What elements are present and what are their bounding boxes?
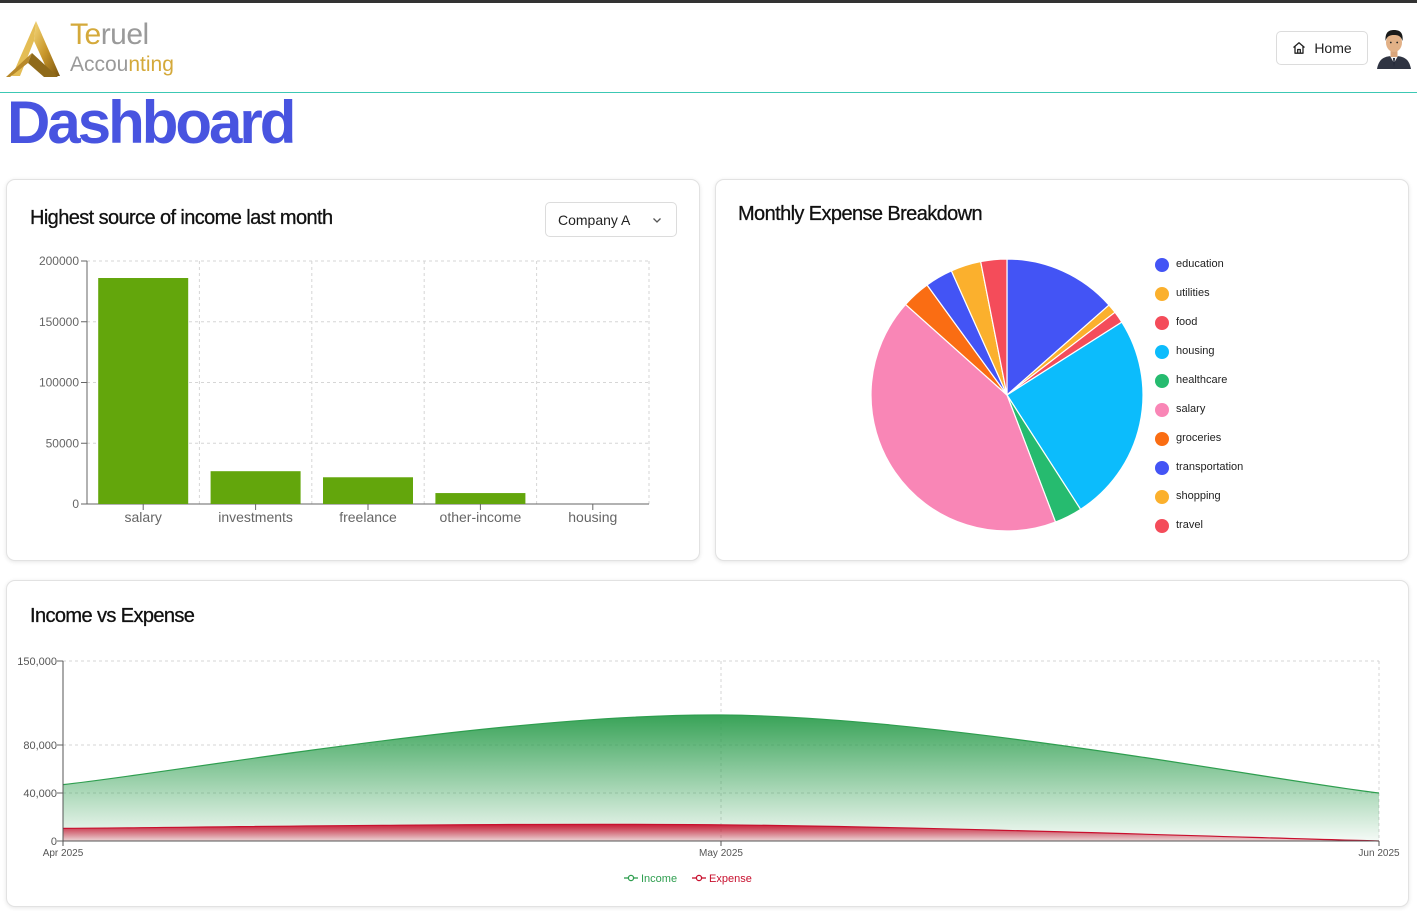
brand-line1-gold: Te xyxy=(70,18,101,51)
bar-y-tick-label: 150000 xyxy=(39,315,79,329)
bar-freelance xyxy=(323,477,413,504)
legend-marker-expense xyxy=(695,874,703,882)
legend-label-expense: Expense xyxy=(709,873,752,885)
bar-y-tick-label: 100000 xyxy=(39,376,79,390)
home-icon xyxy=(1293,42,1306,54)
legend-label: housing xyxy=(1176,345,1215,357)
legend-label: groceries xyxy=(1176,432,1222,444)
legend-marker-income xyxy=(627,874,635,882)
brand-name-line1: Teruel xyxy=(70,18,149,52)
legend-label: travel xyxy=(1176,519,1203,531)
legend-swatch xyxy=(1155,258,1169,272)
legend-swatch xyxy=(1155,519,1169,533)
bar-y-tick-label: 50000 xyxy=(46,436,80,450)
legend-swatch xyxy=(1155,316,1169,330)
brand-line2-grey: Accou xyxy=(70,53,129,76)
area-y-tick-label: 80,000 xyxy=(23,740,57,752)
brand-line1-grey: ruel xyxy=(100,18,150,51)
page-title: Dashboard xyxy=(7,89,296,156)
area-y-tick-label: 40,000 xyxy=(23,788,57,800)
bar-x-label: freelance xyxy=(339,509,397,525)
bar-salary xyxy=(98,278,189,504)
legend-swatch xyxy=(1155,345,1169,359)
income-bar-chart: 0 50000 100000 150000 200000 salary investment… xyxy=(39,254,650,525)
bar-x-label: investments xyxy=(218,509,293,525)
legend-swatch xyxy=(1155,287,1169,301)
app-header: Teruel Accounting Home xyxy=(0,3,1417,93)
expense-pie-chart xyxy=(870,258,1144,532)
bar-other-income xyxy=(435,493,526,504)
bar-y-tick-label: 200000 xyxy=(39,254,79,268)
legend-swatch xyxy=(1155,461,1169,475)
income-expense-area-chart: 0 40,000 80,000 150,000 Apr 2025 May 2025 Jun … xyxy=(17,656,1400,885)
bar-y-tick-label: 0 xyxy=(72,497,79,511)
legend-swatch xyxy=(1155,490,1169,504)
brand-name-line2: Accounting xyxy=(70,53,174,77)
legend-label: salary xyxy=(1176,403,1206,415)
bar-x-label: housing xyxy=(568,509,617,525)
home-button[interactable]: Home xyxy=(1276,31,1368,65)
legend-swatch xyxy=(1155,374,1169,388)
expense-breakdown-card: Monthly Expense Breakdown education utili… xyxy=(715,179,1409,561)
home-button-label: Home xyxy=(1314,40,1352,56)
income-source-card: Highest source of income last month Comp… xyxy=(6,179,700,561)
area-x-tick-label: May 2025 xyxy=(699,848,743,859)
legend-label: transportation xyxy=(1176,461,1244,473)
area-x-tick-label: Apr 2025 xyxy=(43,848,84,859)
area-fill-income xyxy=(63,714,1379,841)
legend-label-income: Income xyxy=(641,873,677,885)
legend-label: utilities xyxy=(1176,287,1210,299)
area-y-tick-label: 0 xyxy=(51,836,57,848)
legend-label: education xyxy=(1176,258,1224,270)
legend-swatch xyxy=(1155,403,1169,417)
income-vs-expense-card: Income vs Expense 0 40,000 80,000 150,000 Ap… xyxy=(6,580,1409,907)
bar-investments xyxy=(210,471,301,504)
brand-line2-gold: nting xyxy=(128,53,174,76)
teruel-logo xyxy=(6,21,60,77)
area-y-tick-label: 150,000 xyxy=(17,656,57,668)
legend-label: healthcare xyxy=(1176,374,1228,386)
legend-swatch xyxy=(1155,432,1169,446)
bar-x-label: other-income xyxy=(440,509,522,525)
bar-x-label: salary xyxy=(125,509,162,525)
legend-label: shopping xyxy=(1176,490,1221,502)
legend-label: food xyxy=(1176,316,1198,328)
user-avatar[interactable] xyxy=(1375,27,1413,69)
area-x-tick-label: Jun 2025 xyxy=(1358,848,1400,859)
